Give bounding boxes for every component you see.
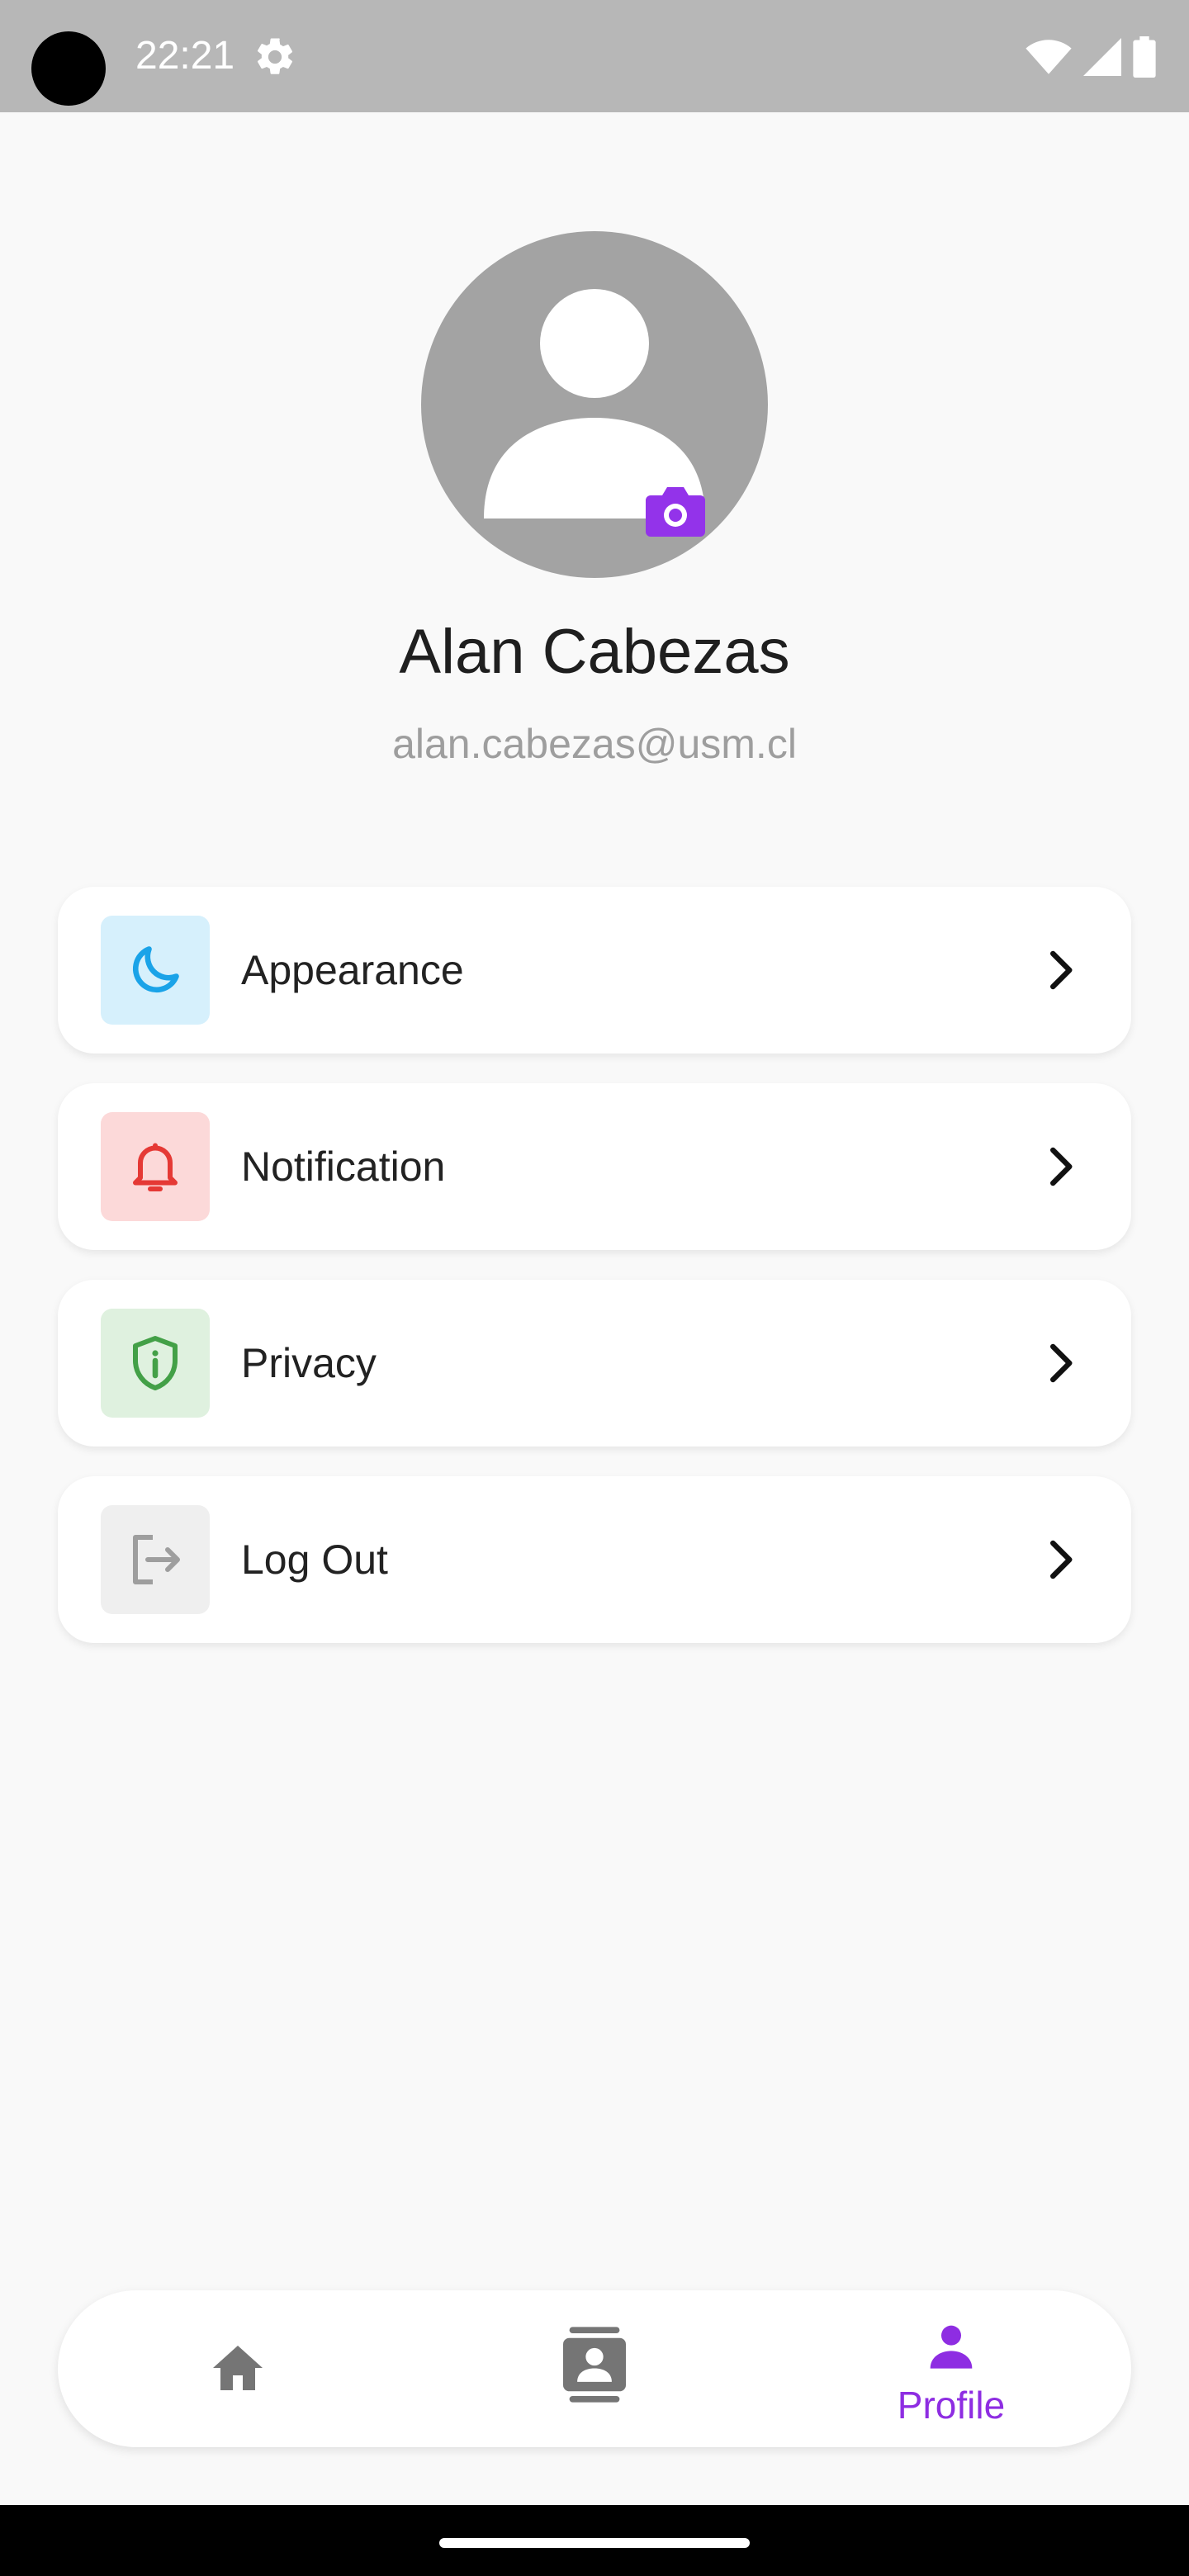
logout-icon [133,1535,180,1584]
camera-icon[interactable] [646,484,705,538]
nav-profile-label: Profile [897,2384,1006,2427]
wifi-icon [1026,40,1072,74]
user-email: alan.cabezas@usm.cl [392,721,797,767]
moon-icon [132,946,179,993]
menu-item-appearance[interactable]: Appearance [58,887,1131,1054]
battery-icon [1133,36,1156,78]
privacy-icon-box [101,1309,210,1418]
bottom-navigation: Profile [58,2290,1131,2447]
profile-avatar[interactable] [421,231,768,578]
status-bar: 22:21 [0,0,1189,112]
status-time: 22:21 [135,34,235,78]
profile-screen: 22:21 Alan Cabezas alan.cabezas@usm.cl A… [0,0,1189,2576]
appearance-icon-box [101,916,210,1025]
front-camera-cutout [31,31,106,106]
menu-item-notification[interactable]: Notification [58,1083,1131,1250]
chevron-right-icon [1050,950,1073,990]
menu-item-label: Appearance [241,947,464,993]
signal-icon [1083,38,1121,76]
nav-home[interactable] [114,2290,362,2447]
user-name: Alan Cabezas [399,617,790,687]
menu-item-label: Privacy [241,1340,377,1386]
chevron-right-icon [1050,1540,1073,1579]
home-gesture-handle[interactable] [439,2538,750,2548]
menu-item-privacy[interactable]: Privacy [58,1280,1131,1447]
settings-icon [257,38,293,74]
nav-profile[interactable]: Profile [827,2290,1075,2447]
person-avatar-icon [484,289,705,519]
status-icons [1026,36,1156,78]
system-navigation-bar [0,2505,1189,2576]
home-icon [213,2346,263,2390]
chevron-right-icon [1050,1343,1073,1383]
bell-icon [133,1143,178,1191]
menu-item-logout[interactable]: Log Out [58,1476,1131,1643]
contacts-icon [563,2327,626,2403]
nav-contacts[interactable] [471,2290,718,2447]
menu-item-label: Log Out [241,1537,388,1583]
notification-icon-box [101,1112,210,1221]
profile-icon [930,2325,973,2369]
menu-item-label: Notification [241,1144,446,1190]
logout-icon-box [101,1505,210,1614]
chevron-right-icon [1050,1147,1073,1186]
shield-icon [133,1336,178,1390]
